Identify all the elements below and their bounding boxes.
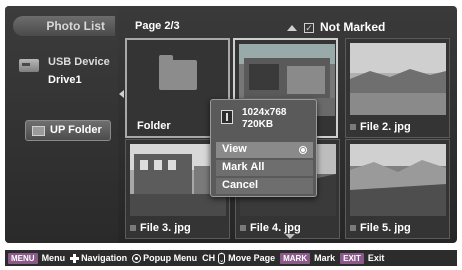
mark-checkbox[interactable] [350,225,356,231]
selected-radio-icon [299,146,307,154]
mark-status: Not Marked [320,20,386,34]
page-indicator: Page 2/3 [135,20,180,32]
thumbnail-label: Folder [137,120,171,132]
photo-file-size: 720KB [242,119,274,130]
usb-drive-icon [19,59,39,72]
photo-list-screen: Photo List USB Device Drive1 UP Folder P… [5,6,457,243]
drive-label[interactable]: Drive1 [48,74,82,86]
mark-checkbox[interactable] [130,225,136,231]
thumbnail-label: File 2. jpg [360,121,411,133]
menu-item-label: Mark All [222,161,265,173]
channel-rocker-icon: ⌃ ⌄ [218,252,226,264]
popup-menu: 1024x768 720KB View Mark All Cancel [210,99,317,197]
move-page-help-label: Move Page [228,253,276,263]
ok-button-icon [132,253,142,263]
thumbnail-label: File 3. jpg [140,222,191,234]
checkbox-icon: ✓ [304,23,314,33]
help-bar: MENU Menu Navigation Popup Menu CH ⌃ ⌄ Mo… [5,250,457,266]
folder-icon [159,55,197,90]
thumbnail-label: File 4. jpg [250,222,301,234]
exit-help-label: Exit [367,253,385,263]
menu-item-view[interactable]: View [216,142,313,158]
device-label: USB Device [48,56,110,68]
scroll-down-arrow-icon[interactable] [285,234,295,239]
menu-item-cancel[interactable]: Cancel [216,178,313,194]
up-folder-label: UP Folder [50,124,102,136]
menu-item-label: View [222,143,247,155]
mark-checkbox[interactable] [240,225,246,231]
navigation-icon [70,253,80,263]
up-folder-button[interactable]: UP Folder [25,120,111,141]
navigation-help-label: Navigation [81,253,128,263]
popup-help-label: Popup Menu [143,253,198,263]
photo-image [350,43,446,115]
menu-item-label: Cancel [222,179,259,191]
photo-resolution: 1024x768 [242,107,287,118]
ch-help-label: CH [202,253,216,263]
mark-help-label: Mark [314,253,336,263]
thumbnail-photo-5[interactable]: File 5. jpg [345,139,450,239]
panel-title: Photo List [13,16,115,36]
scroll-left-arrow-icon[interactable] [119,90,124,98]
exit-key-badge: EXIT [340,252,364,264]
scroll-up-arrow-icon[interactable] [287,25,297,31]
photo-image [350,144,446,216]
mark-key-badge: MARK [280,252,311,264]
thumbnail-photo-2[interactable]: File 2. jpg [345,38,450,138]
menu-key-badge: MENU [8,252,38,264]
sidebar: Photo List USB Device Drive1 UP Folder [5,6,118,243]
folder-icon [32,126,45,136]
thumbnail-label: File 5. jpg [360,222,411,234]
file-info-icon [221,110,233,124]
mark-checkbox[interactable] [350,124,356,130]
menu-item-mark-all[interactable]: Mark All [216,160,313,176]
menu-help-label: Menu [41,253,66,263]
